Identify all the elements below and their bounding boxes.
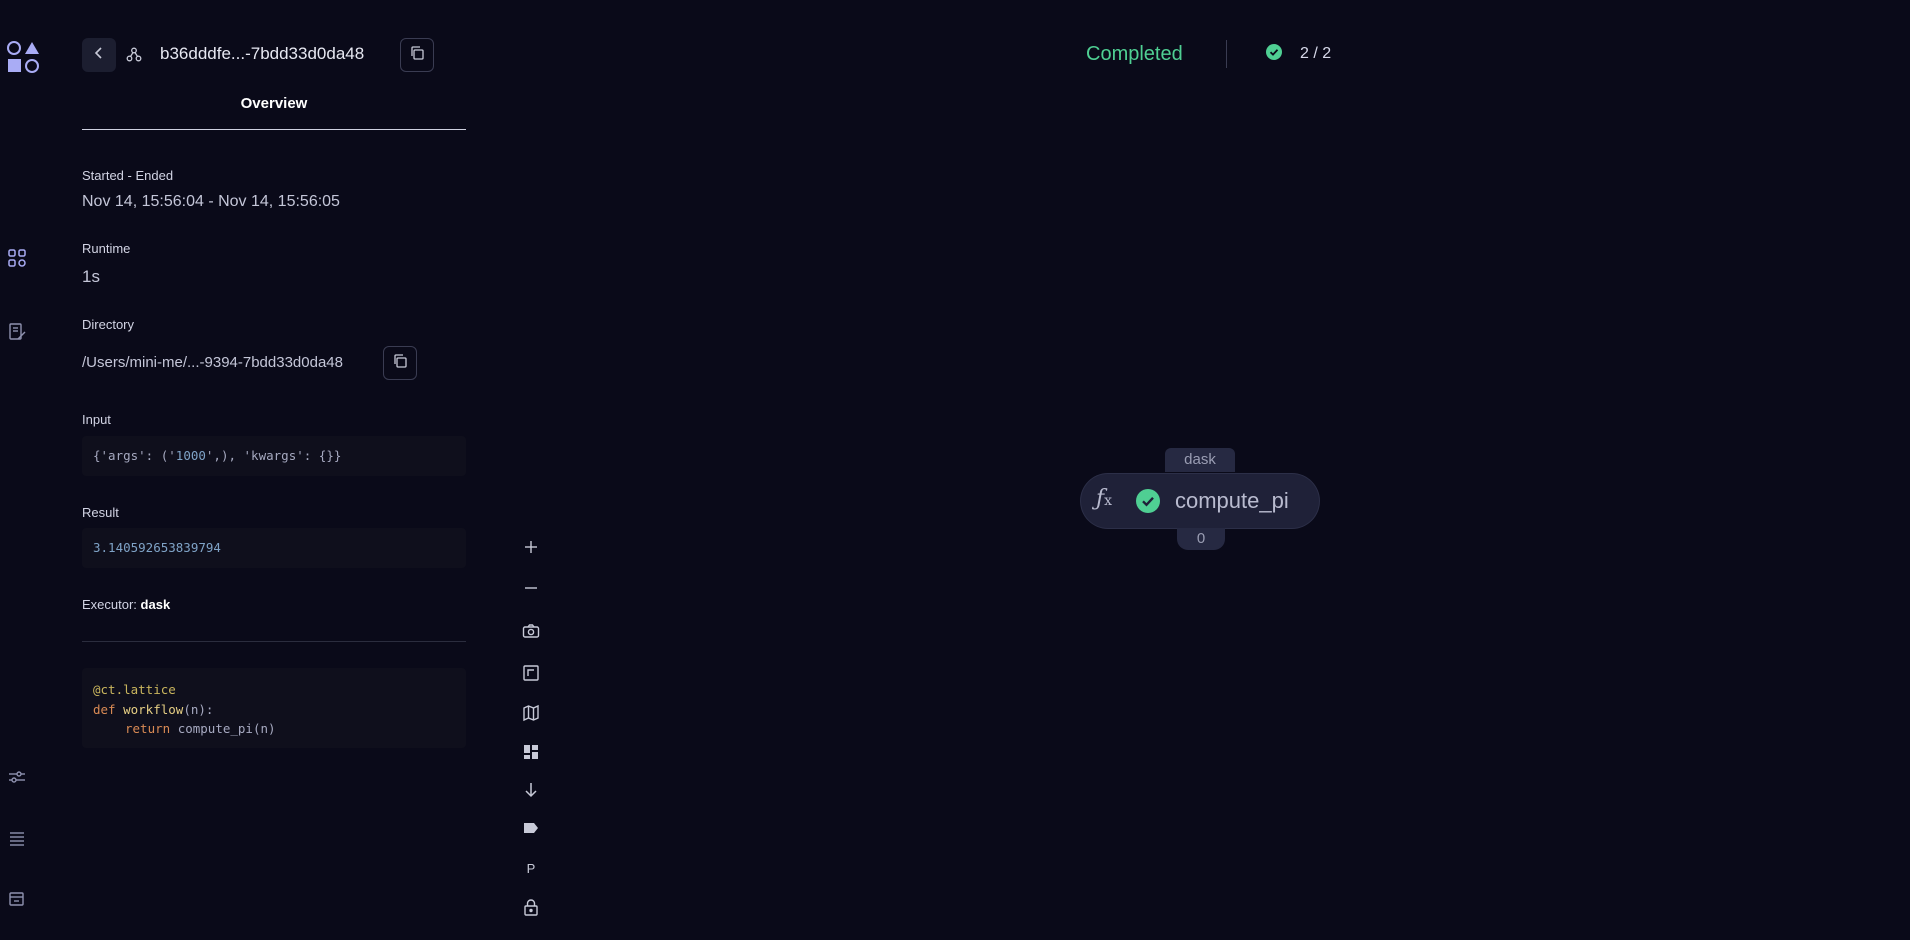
layout-button[interactable] (520, 741, 542, 763)
fit-view-button[interactable] (520, 662, 542, 684)
executor-row: Executor: dask (82, 597, 170, 612)
code-block: @ct.lattice def workflow(n): return comp… (82, 668, 466, 748)
labels-button[interactable] (520, 817, 542, 839)
tab-overview[interactable]: Overview (82, 95, 466, 112)
executor-value: dask (140, 597, 171, 612)
started-label: Started - Ended (82, 168, 174, 183)
settings-icon[interactable] (8, 768, 26, 786)
node-count: 2 / 2 (1300, 45, 1332, 62)
directory-value: /Users/mini-me/...-9394-7bdd33d0da48 (82, 354, 343, 371)
check-circle-icon (1136, 489, 1160, 513)
copy-icon (409, 45, 425, 66)
params-button[interactable]: P (520, 857, 542, 879)
started-value: Nov 14, 15:56:04 - Nov 14, 15:56:05 (82, 193, 340, 210)
zoom-out-icon (525, 587, 537, 589)
node-name: compute_pi (1175, 488, 1289, 513)
arrow-down-icon (525, 783, 537, 798)
status-divider (1226, 40, 1227, 68)
input-value: {'args': ('1000',), 'kwargs': {}} (82, 436, 466, 476)
graph-node[interactable]: ƒx compute_pi (1081, 474, 1319, 528)
page-title: b36dddfe...-7bdd33d0da48 (160, 44, 365, 63)
runtime-label: Runtime (82, 241, 131, 256)
copy-id-button[interactable] (400, 38, 434, 72)
lock-button[interactable] (520, 896, 542, 918)
terminal-icon[interactable] (8, 890, 26, 908)
runtime-value: 1s (82, 267, 100, 286)
directory-label: Directory (82, 317, 135, 332)
divider (82, 641, 466, 642)
node-index: 0 (1177, 528, 1225, 550)
result-label: Result (82, 505, 119, 520)
check-circle-icon (1266, 44, 1282, 60)
camera-icon (522, 624, 540, 638)
zoom-in-icon (525, 541, 537, 553)
logo-icon[interactable] (6, 40, 40, 74)
executor-label: Executor: (82, 597, 137, 612)
label-icon (524, 823, 538, 833)
back-icon (92, 46, 106, 65)
minimap-button[interactable] (520, 702, 542, 724)
function-icon: ƒx (1096, 486, 1113, 511)
screenshot-button[interactable] (520, 620, 542, 642)
direction-button[interactable] (520, 779, 542, 801)
zoom-in-button[interactable] (520, 536, 542, 558)
dashboard-icon[interactable] (8, 249, 26, 267)
copy-directory-button[interactable] (383, 346, 417, 380)
logs-icon[interactable] (8, 323, 26, 341)
lattice-icon (126, 47, 142, 63)
executor-tag: dask (1165, 448, 1235, 472)
status-text: Completed (1086, 43, 1183, 65)
queue-icon[interactable] (8, 829, 26, 847)
zoom-out-button[interactable] (520, 577, 542, 599)
fit-view-icon (523, 665, 539, 681)
map-icon (523, 704, 539, 722)
result-value: 3.140592653839794 (82, 528, 466, 568)
back-button[interactable] (82, 38, 116, 72)
input-label: Input (82, 412, 111, 427)
lock-icon (524, 899, 538, 916)
copy-icon (392, 353, 408, 374)
tab-underline (82, 129, 466, 130)
layout-icon (524, 745, 538, 759)
